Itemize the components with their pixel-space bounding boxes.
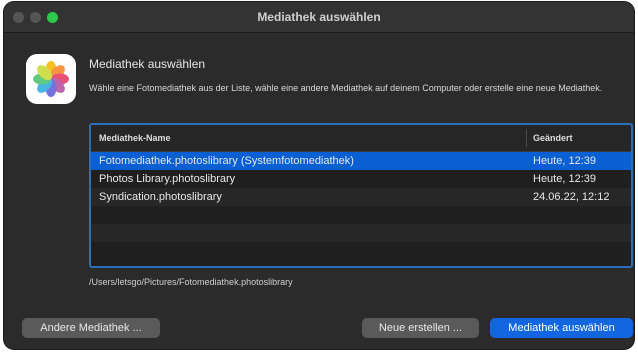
title-bar[interactable]: Mediathek auswählen (4, 2, 634, 33)
empty-row (91, 242, 631, 260)
dialog-description: Wähle eine Fotomediathek aus der Liste, … (89, 83, 603, 93)
create-new-button[interactable]: Neue erstellen ... (362, 318, 479, 338)
table-row[interactable]: Syndication.photoslibrary 24.06.22, 12:1… (91, 188, 631, 206)
library-name-cell: Fotomediathek.photoslibrary (Systemfotom… (99, 155, 354, 167)
column-header-modified[interactable]: Geändert (533, 133, 573, 143)
library-chooser-window: Mediathek auswählen Mediathek auswählen … (4, 2, 634, 349)
library-name-cell: Syndication.photoslibrary (99, 191, 222, 203)
library-modified-cell: Heute, 12:39 (533, 173, 596, 185)
window-title: Mediathek auswählen (257, 10, 381, 24)
other-library-button[interactable]: Andere Mediathek ... (22, 318, 160, 338)
library-table[interactable]: Mediathek-Name Geändert Fotomediathek.ph… (89, 123, 633, 268)
dialog-heading: Mediathek auswählen (89, 57, 206, 71)
table-row[interactable]: Fotomediathek.photoslibrary (Systemfotom… (91, 152, 631, 170)
choose-library-button[interactable]: Mediathek auswählen (490, 318, 633, 338)
library-modified-cell: Heute, 12:39 (533, 155, 596, 167)
library-modified-cell: 24.06.22, 12:12 (533, 191, 610, 203)
table-header: Mediathek-Name Geändert (91, 125, 631, 152)
library-path: /Users/letsgo/Pictures/Fotomediathek.pho… (89, 277, 293, 287)
empty-row (91, 224, 631, 242)
empty-row (91, 206, 631, 224)
table-row[interactable]: Photos Library.photoslibrary Heute, 12:3… (91, 170, 631, 188)
column-divider[interactable] (526, 129, 527, 147)
library-name-cell: Photos Library.photoslibrary (99, 173, 236, 185)
column-header-name[interactable]: Mediathek-Name (99, 133, 171, 143)
photos-app-icon (26, 54, 76, 104)
